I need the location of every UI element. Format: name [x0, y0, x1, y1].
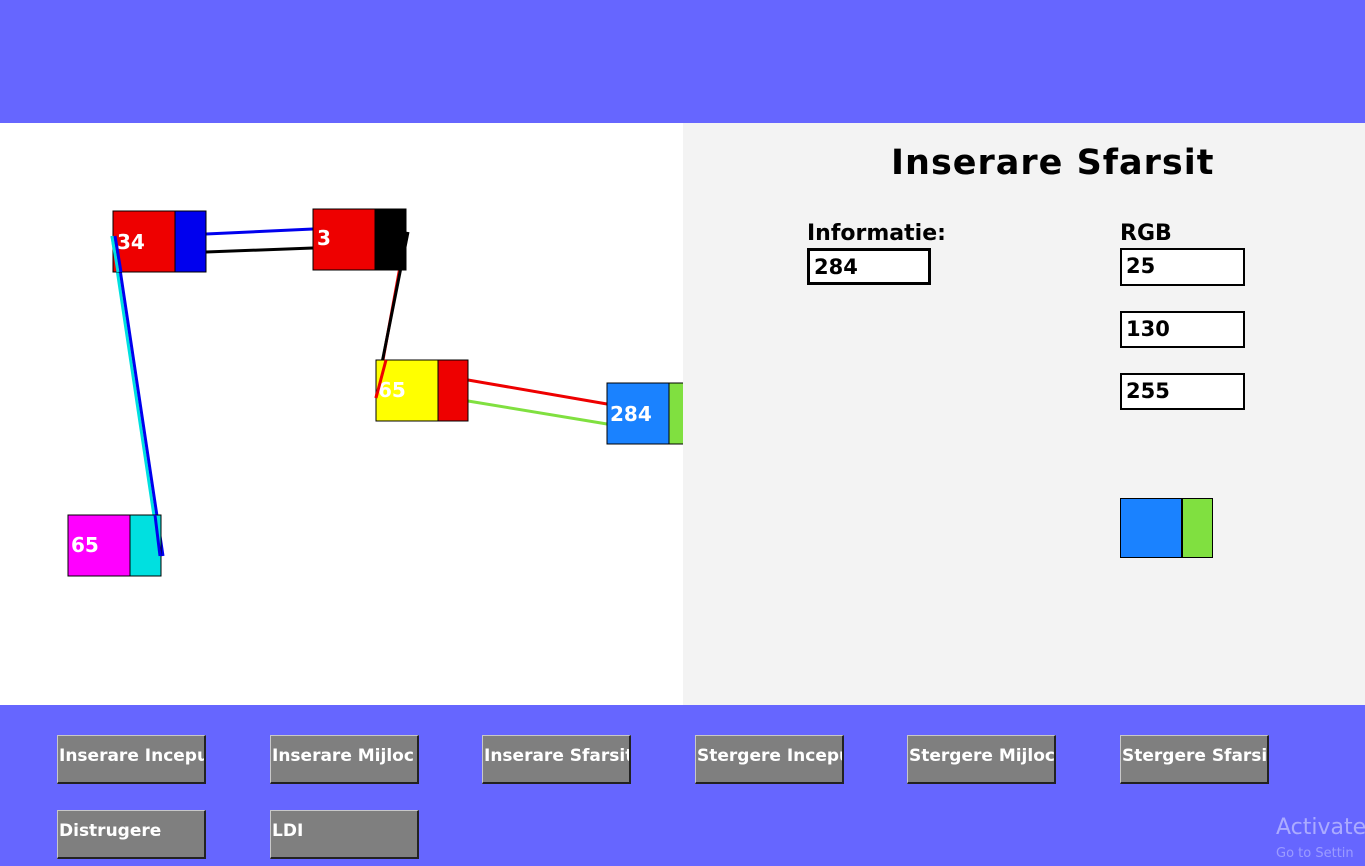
- green-input[interactable]: 130: [1120, 311, 1245, 348]
- link-65-284-next: [467, 378, 608, 406]
- preview-pointer-cell: [1182, 498, 1213, 558]
- node-3: 3: [312, 208, 407, 271]
- link-34-3-next: [205, 227, 314, 236]
- list-diagram: 34 3 65 284 65: [67, 208, 683, 577]
- node-label: 34: [117, 230, 145, 254]
- activation-watermark: Activate: [1276, 815, 1365, 840]
- top-bar: [0, 0, 1365, 123]
- node-pointer-cell: [668, 382, 683, 445]
- node-label: 65: [71, 533, 99, 557]
- ldi-button[interactable]: LDI: [270, 810, 419, 859]
- stergere-inceput-button[interactable]: Stergere Inceput: [695, 735, 844, 784]
- distrugere-button[interactable]: Distrugere: [57, 810, 206, 859]
- node-34: 34: [112, 210, 207, 273]
- list-canvas: 34 3 65 284 65: [0, 123, 683, 705]
- info-input[interactable]: 284: [807, 248, 931, 285]
- node-label: 3: [317, 226, 331, 250]
- stergere-mijloc-button[interactable]: Stergere Mijloc: [907, 735, 1056, 784]
- inserare-sfarsit-button[interactable]: Inserare Sfarsit: [482, 735, 631, 784]
- info-label: Informatie:: [807, 221, 946, 246]
- panel-title: Inserare Sfarsit: [891, 143, 1215, 183]
- node-65-yellow: 65: [375, 359, 469, 422]
- link-284-65-prev: [467, 399, 608, 426]
- node-pointer-cell: [374, 208, 407, 271]
- inserare-inceput-button[interactable]: Inserare Inceput: [57, 735, 206, 784]
- node-label: 65: [378, 378, 406, 402]
- bottom-toolbar: Inserare Inceput Inserare Mijloc Inserar…: [0, 705, 1365, 866]
- node-preview: [1120, 498, 1214, 560]
- link-34-65-next: [113, 235, 165, 557]
- blue-input[interactable]: 255: [1120, 373, 1245, 410]
- node-label: 284: [610, 402, 652, 426]
- stergere-sfarsit-button[interactable]: Stergere Sfarsit: [1120, 735, 1269, 784]
- link-65-34-prev: [110, 235, 162, 557]
- node-pointer-cell: [437, 359, 469, 422]
- inserare-mijloc-button[interactable]: Inserare Mijloc: [270, 735, 419, 784]
- preview-info-cell: [1120, 498, 1182, 558]
- node-65-magenta: 65: [67, 514, 162, 577]
- node-pointer-cell: [174, 210, 207, 273]
- link-3-34-prev: [205, 246, 314, 254]
- rgb-label: RGB: [1120, 221, 1172, 246]
- node-284: 284: [606, 382, 683, 445]
- insert-panel: Inserare Sfarsit Informatie: 284 RGB 25 …: [683, 123, 1365, 705]
- activation-watermark-sub: Go to Settin: [1276, 846, 1354, 861]
- red-input[interactable]: 25: [1120, 248, 1245, 286]
